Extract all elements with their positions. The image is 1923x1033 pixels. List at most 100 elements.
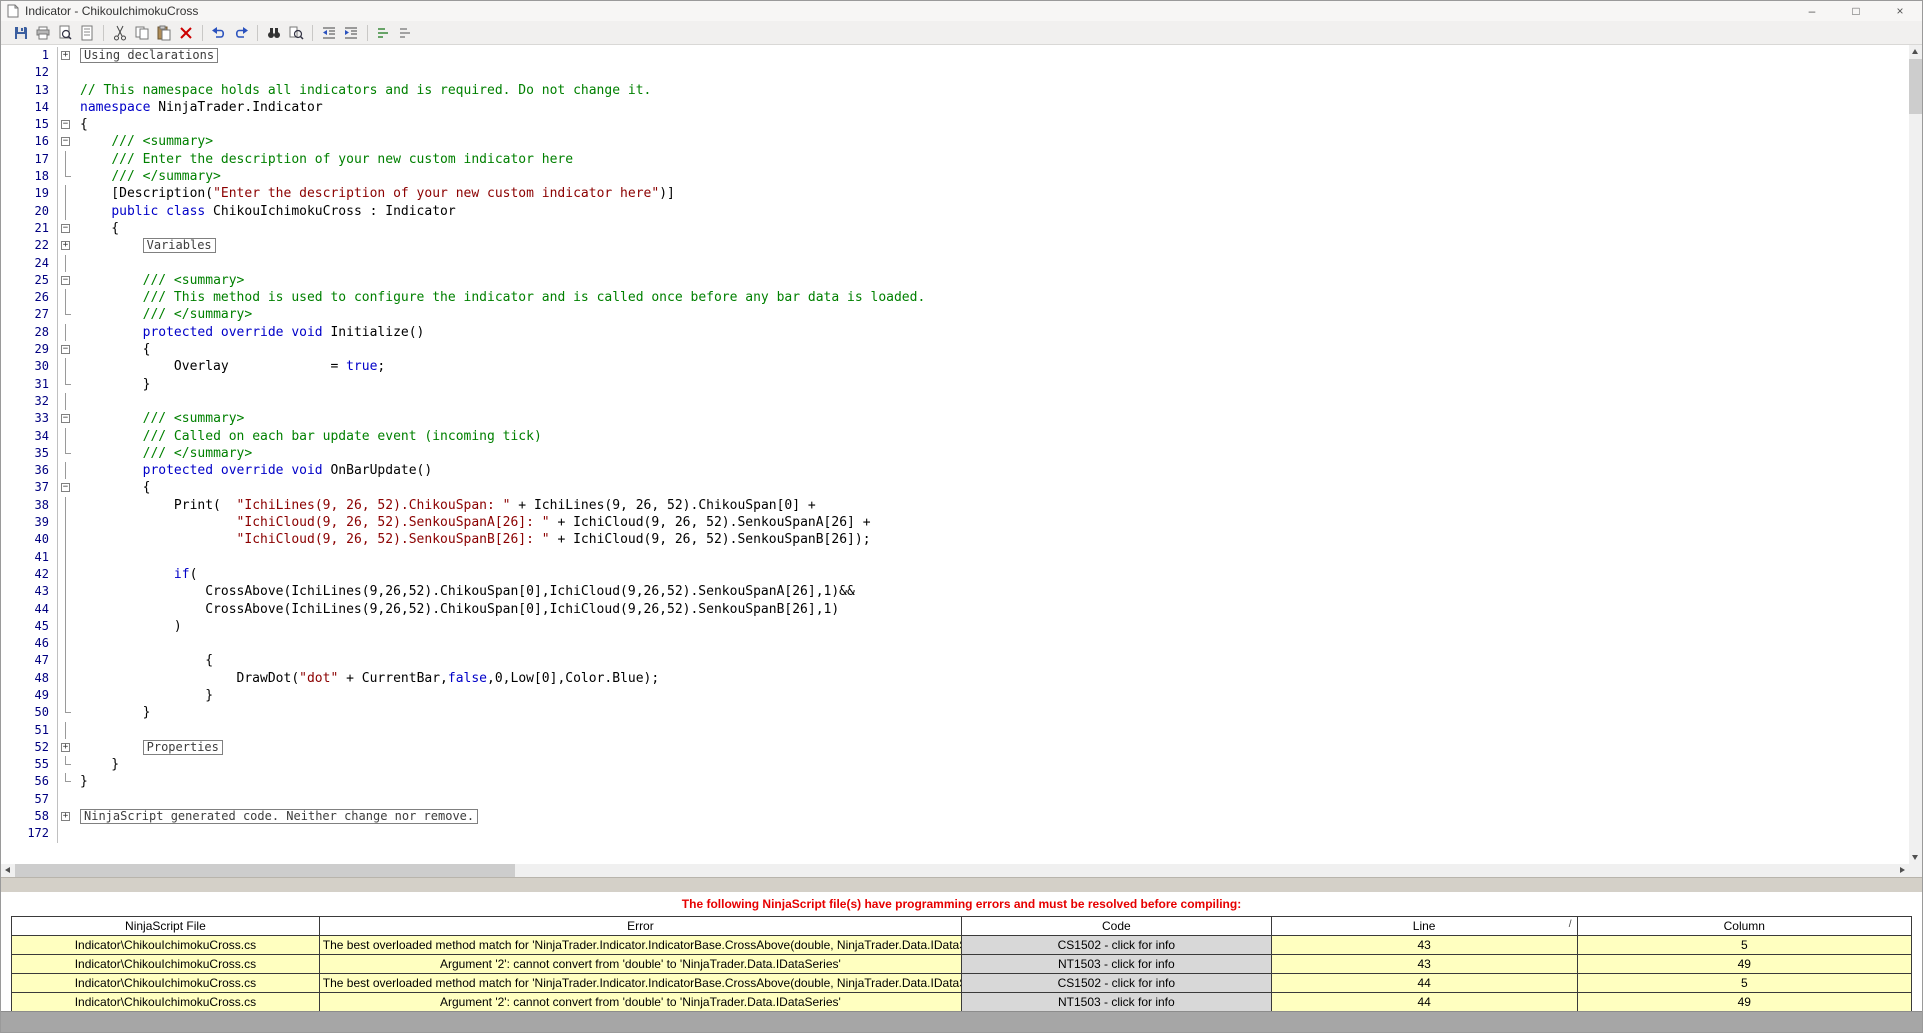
close-button[interactable]: × [1878,1,1922,21]
fold-collapse-icon[interactable]: − [58,272,74,289]
line-number[interactable]: 40 [1,531,58,549]
code-line[interactable]: 46 [1,635,1909,653]
line-number[interactable]: 25 [1,271,58,290]
code-line[interactable]: 34 /// Called on each bar update event (… [1,427,1909,446]
line-number[interactable]: 15 [1,116,58,134]
error-row[interactable]: Indicator\ChikouIchimokuCross.cs Argument… [11,992,1913,1012]
line-number[interactable]: 35 [1,444,58,463]
line-number[interactable]: 37 [1,479,58,497]
line-number[interactable]: 28 [1,323,58,342]
line-number[interactable]: 13 [1,81,58,99]
page-properties-button[interactable] [77,23,97,43]
line-number[interactable]: 58 [1,808,58,826]
column-header-error[interactable]: Error [318,916,963,936]
line-number[interactable]: 29 [1,341,58,359]
line-number[interactable]: 39 [1,514,58,532]
code-line[interactable]: 24 [1,254,1909,273]
line-number[interactable]: 44 [1,600,58,618]
line-number[interactable]: 16 [1,133,58,151]
line-number[interactable]: 27 [1,306,58,324]
fold-collapse-icon[interactable]: − [58,220,74,237]
code-line[interactable]: 41 [1,548,1909,567]
scroll-down-icon[interactable] [1909,851,1922,864]
code-line[interactable]: 18 /// </summary> [1,168,1909,186]
line-number[interactable]: 34 [1,427,58,445]
code-line[interactable]: 37− { [1,479,1909,497]
line-number[interactable]: 55 [1,756,58,774]
error-row[interactable]: Indicator\ChikouIchimokuCross.cs Argument… [11,954,1913,974]
line-number[interactable]: 57 [1,790,58,809]
code-line[interactable]: 27 /// </summary> [1,306,1909,324]
find-in-files-button[interactable] [286,23,306,43]
code-editor[interactable]: 1 + Using declarations 12 13// This namespac… [1,45,1922,877]
error-code-link[interactable]: CS1502 - click for info [961,935,1272,955]
line-number[interactable]: 33 [1,410,58,428]
print-preview-button[interactable] [55,23,75,43]
line-number[interactable]: 56 [1,773,58,791]
line-number[interactable]: 21 [1,219,58,238]
line-number[interactable]: 41 [1,548,58,566]
code-line[interactable]: 20 public class ChikouIchimokuCross : In… [1,202,1909,221]
find-button[interactable] [264,23,284,43]
error-code-link[interactable]: NT1503 - click for info [961,992,1272,1012]
line-number[interactable]: 38 [1,496,58,515]
line-number[interactable]: 49 [1,686,58,705]
fold-collapse-icon[interactable]: − [58,116,74,133]
line-number[interactable]: 48 [1,669,58,687]
code-line[interactable]: 58 + NinjaScript generated code. Neither c… [1,808,1909,826]
code-line[interactable]: 19 [Description("Enter the description o… [1,185,1909,203]
code-line[interactable]: 47 { [1,652,1909,670]
code-line[interactable]: 35 /// </summary> [1,444,1909,463]
line-number[interactable]: 36 [1,462,58,480]
copy-button[interactable] [132,23,152,43]
code-line[interactable]: 49 } [1,686,1909,705]
line-number[interactable]: 32 [1,392,58,411]
scroll-right-icon[interactable] [1896,864,1909,877]
line-number[interactable]: 51 [1,721,58,739]
code-line[interactable]: 51 [1,721,1909,740]
scroll-up-icon[interactable] [1909,45,1922,58]
code-line[interactable]: 15−{ [1,116,1909,134]
line-number[interactable]: 20 [1,202,58,220]
fold-collapse-icon[interactable]: − [58,133,74,150]
column-header-line[interactable]: Line / [1270,916,1578,936]
code-line[interactable]: 56} [1,773,1909,791]
line-number[interactable]: 31 [1,375,58,393]
fold-expand-icon[interactable]: + [58,47,74,64]
collapsed-region-box[interactable]: NinjaScript generated code. Neither chan… [80,809,479,825]
error-code-link[interactable]: CS1502 - click for info [961,973,1272,993]
collapsed-region-box[interactable]: Variables [142,238,216,254]
fold-collapse-icon[interactable]: − [58,410,74,427]
line-number[interactable]: 52 [1,738,58,757]
code-line[interactable]: 30 Overlay = true; [1,358,1909,376]
line-number[interactable]: 43 [1,583,58,601]
vertical-scrollbar-thumb[interactable] [1909,59,1922,114]
vertical-scrollbar[interactable] [1909,45,1922,864]
code-line[interactable]: 13 // This namespace holds all indicators… [1,81,1909,99]
line-number[interactable]: 1 [1,47,58,65]
indent-button[interactable] [341,23,361,43]
outdent-button[interactable] [319,23,339,43]
line-number[interactable]: 19 [1,185,58,203]
line-number[interactable]: 14 [1,98,58,117]
collapsed-region-box[interactable]: Properties [142,739,223,755]
code-line[interactable]: 12 [1,64,1909,82]
fold-expand-icon[interactable]: + [58,739,74,756]
code-line[interactable]: 43 CrossAbove(IchiLines(9,26,52).ChikouS… [1,583,1909,601]
line-number[interactable]: 172 [1,825,58,843]
code-line[interactable]: 26 /// This method is used to configure … [1,289,1909,307]
horizontal-scrollbar[interactable] [1,864,1909,877]
code-line[interactable]: 31 } [1,375,1909,393]
error-row[interactable]: Indicator\ChikouIchimokuCross.cs The best… [11,973,1913,993]
fold-collapse-icon[interactable]: − [58,341,74,358]
cut-button[interactable] [110,23,130,43]
error-code-link[interactable]: NT1503 - click for info [961,954,1272,974]
line-number[interactable]: 30 [1,358,58,376]
code-line[interactable]: 45 ) [1,617,1909,636]
code-line[interactable]: 44 CrossAbove(IchiLines(9,26,52).ChikouS… [1,600,1909,619]
code-line[interactable]: 55 } [1,756,1909,774]
fold-expand-icon[interactable]: + [58,808,74,825]
fold-expand-icon[interactable]: + [58,237,74,254]
column-header-column[interactable]: Column [1576,916,1913,936]
line-number[interactable]: 42 [1,565,58,584]
